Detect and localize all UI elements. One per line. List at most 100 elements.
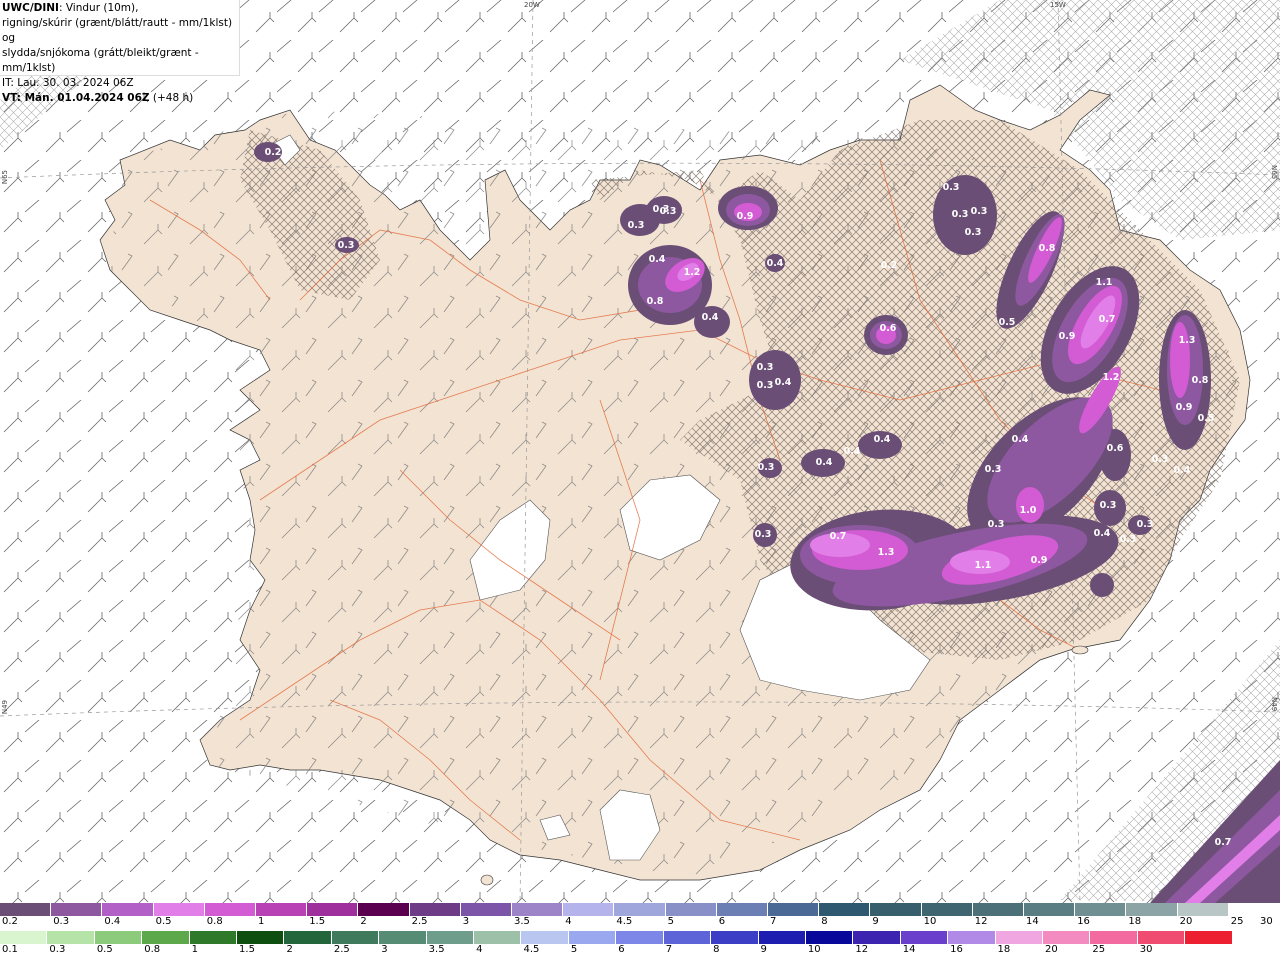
snow-legend-labels: 0.2 0.3 0.4 0.5 0.8 1 1.5 2 2.5 3 3.5 4 4.5 5 6 7 8 9 10 12… <box>0 916 1280 930</box>
precip-value-label: 1.1 <box>1096 277 1113 288</box>
precip-value-label: 0.4 <box>844 446 861 457</box>
legend-swatch <box>409 903 461 916</box>
precip-value-label: 0.7 <box>1099 314 1116 325</box>
lon-label-20w: 20W <box>524 1 540 9</box>
legend-swatch <box>331 931 380 944</box>
legend-label: 3.5 <box>428 944 445 955</box>
legend-label: 0.3 <box>53 916 70 927</box>
precip-value-label: 0.3 <box>758 462 775 473</box>
legend-swatch <box>94 931 143 944</box>
legend-swatch <box>142 931 190 944</box>
precip-value-label: 0.3 <box>1100 500 1117 511</box>
legend-swatch <box>616 931 664 944</box>
lat-label-right-lower: N49 <box>1270 697 1278 712</box>
legend-swatch <box>0 903 52 916</box>
legend-label: 18 <box>997 944 1011 955</box>
precip-value-label: 0.3 <box>1120 534 1137 545</box>
precip-value-label: 0.3 <box>1152 454 1169 465</box>
legend-swatch <box>768 903 820 916</box>
precip-value-label: 0.8 <box>1192 375 1209 386</box>
legend-swatch <box>1185 931 1233 944</box>
lon-label-15w: 15W <box>1050 1 1066 9</box>
legend-swatch <box>379 931 427 944</box>
legend-swatch <box>563 903 615 916</box>
precip-value-label: 0.9 <box>1059 331 1076 342</box>
valid-time: VT: Mán. 01.04.2024 06Z <box>2 92 150 104</box>
precip-value-label: 0.4 <box>649 254 666 265</box>
legend-swatch <box>1126 903 1178 916</box>
legend-label: 6 <box>618 944 625 955</box>
legend-swatch <box>1075 903 1127 916</box>
legend-label: 30 <box>1260 916 1273 927</box>
legend-swatch <box>102 903 154 916</box>
precip-value-label: 0.3 <box>985 464 1002 475</box>
legend-label: 1.5 <box>309 916 326 927</box>
precip-value-label: 1.3 <box>1179 335 1196 346</box>
precip-value-label: 0.4 <box>1094 528 1111 539</box>
legend-swatch <box>426 931 475 944</box>
legend-swatch <box>153 903 205 916</box>
precip-value-label: 0.3 <box>757 362 774 373</box>
legend-swatch <box>474 931 522 944</box>
legend-swatch <box>512 903 564 916</box>
legend-label: 12 <box>974 916 988 927</box>
description-line2: rigning/skúrir (grænt/blátt/rautt - mm/1… <box>2 17 233 44</box>
precip-value-label: 0.3 <box>755 529 772 540</box>
precip-value-label: 0.7 <box>1215 837 1232 848</box>
weather-map: 0.20.30.30.30.30.40.41.20.80.90.30.3 0.30… <box>0 0 1280 903</box>
precip-value-label: 0.9 <box>737 211 754 222</box>
lat-label-left-upper: N65 <box>1 170 9 185</box>
legend-label: 5 <box>570 944 578 955</box>
precip-value-label: 0.4 <box>1012 434 1029 445</box>
legend-label: 8 <box>713 944 720 955</box>
legend-swatch <box>256 903 308 916</box>
model-name: UWC/DINI <box>2 2 59 14</box>
legend-swatch <box>358 903 410 916</box>
map-info-box: UWC/DINI: Vindur (10m), rigning/skúrir (… <box>0 0 240 104</box>
legend-swatch <box>1042 931 1091 944</box>
legend-swatch <box>716 903 769 916</box>
precip-value-label: 0.3 <box>338 240 355 251</box>
legend-swatch <box>972 903 1025 916</box>
precip-value-label: 0.8 <box>647 296 664 307</box>
legend-swatch <box>284 931 332 944</box>
description-line1: : Vindur (10m), <box>58 2 139 14</box>
precip-value-label: 0.5 <box>999 317 1016 328</box>
legend-label: 2.5 <box>333 944 350 955</box>
legend-label: 8 <box>821 916 828 927</box>
precip-value-label: 0.4 <box>874 434 891 445</box>
legend-label: 10 <box>923 916 937 927</box>
legend-label: 0.2 <box>2 916 18 927</box>
legend-label: 0.5 <box>96 944 113 955</box>
legend-swatch <box>758 931 806 944</box>
precip-value-label: 0.8 <box>1039 243 1056 254</box>
legend-label: 2 <box>286 944 293 955</box>
precip-value-label: 0.3 <box>988 519 1005 530</box>
precip-value-label: 1.1 <box>975 560 992 571</box>
legend-label: 9 <box>760 944 767 955</box>
legend-label: 5 <box>667 916 674 927</box>
precip-value-label: 0.3 <box>660 206 677 217</box>
legend-label: 0.8 <box>206 916 223 927</box>
legend-swatch <box>307 903 359 916</box>
legend-label: 25 <box>1230 916 1244 927</box>
precip-value-label: 0.3 <box>965 227 982 238</box>
precip-value-label: 0.5 <box>1198 413 1215 424</box>
legend-swatch <box>1232 931 1280 944</box>
legend-label: 20 <box>1044 944 1058 955</box>
legend-label: 4.5 <box>616 916 633 927</box>
legend-label: 6 <box>718 916 726 927</box>
precip-value-label: 0.7 <box>830 531 847 542</box>
legend-swatch <box>853 931 901 944</box>
lat-label-right-upper: N65 <box>1270 165 1278 180</box>
rain-legend-labels: 0.1 0.3 0.5 0.8 1 1.5 2 2.5 3 3.5 4 4.5 5 6 7 8 9 10 12 14 1… <box>0 944 1280 958</box>
precip-value-label: 0.4 <box>1174 465 1191 476</box>
precip-value-label: 1.3 <box>878 547 895 558</box>
legend-swatch <box>948 931 996 944</box>
legend-label: 9 <box>872 916 879 927</box>
legend-label: 30 <box>1139 944 1153 955</box>
description-line3: slydda/snjókoma (grátt/bleikt/grænt - mm… <box>2 47 199 74</box>
precip-value-label: 0.6 <box>880 323 897 334</box>
legend-label: 4 <box>565 916 572 927</box>
rain-legend: 0.1 0.3 0.5 0.8 1 1.5 2 2.5 3 3.5 4 4.5 5 6 7 8 9 10 12 14 1… <box>0 931 1280 958</box>
